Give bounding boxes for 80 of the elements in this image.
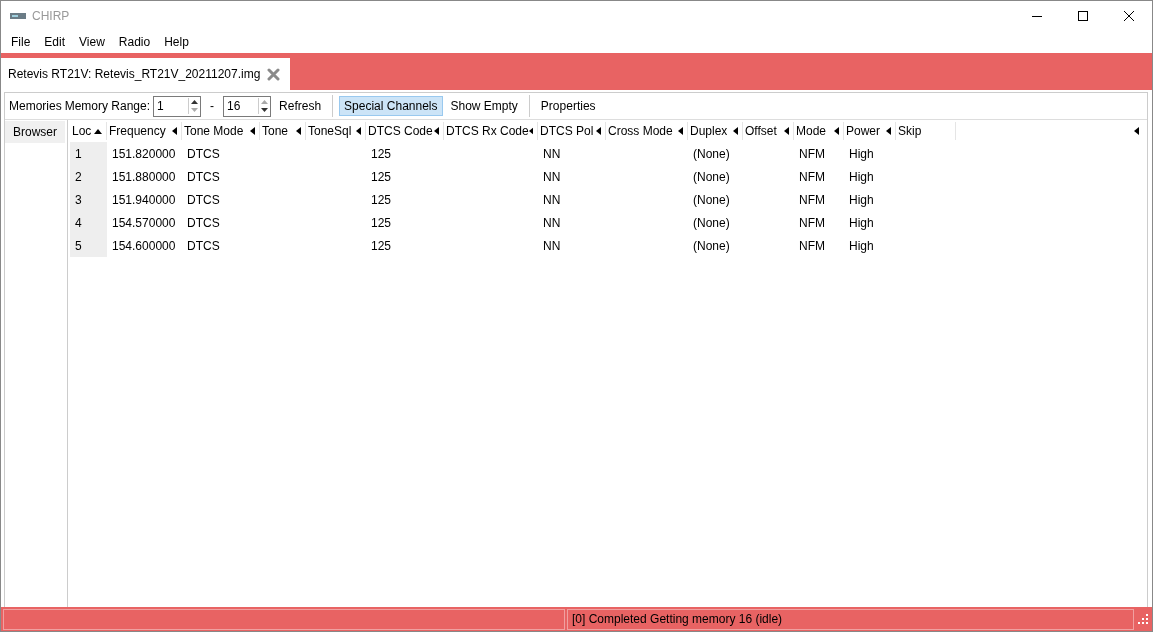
- section-label: Memories: [9, 99, 62, 113]
- range-end-spinbox[interactable]: 16: [223, 95, 272, 117]
- app-icon: [10, 12, 26, 20]
- column-header[interactable]: Loc: [70, 122, 107, 140]
- table-cell-text: NN: [542, 214, 562, 232]
- table-cell-text: NFM: [798, 237, 826, 255]
- table-cell-text: NFM: [798, 168, 826, 186]
- table-cell-text: NFM: [798, 145, 826, 163]
- menu-item[interactable]: Edit: [37, 35, 73, 49]
- column-header[interactable]: Tone: [260, 122, 306, 140]
- row-number-cell: 4: [70, 211, 107, 234]
- range-start-spinbox[interactable]: 1: [153, 95, 202, 117]
- status-message: [0] Completed Getting memory 16 (idle): [567, 608, 1134, 630]
- range-label: Memory Range:: [64, 99, 151, 113]
- column-header[interactable]: DTCS Pol: [538, 122, 606, 140]
- table-cell-text: 151.880000: [111, 168, 177, 186]
- table-cell-text: 125: [370, 168, 393, 186]
- menu-item[interactable]: Radio: [111, 35, 158, 49]
- table-cell-text: (None): [692, 145, 731, 163]
- table-cell-text: High: [848, 214, 875, 232]
- table-cell-text: DTCS: [186, 191, 221, 209]
- toggle-button[interactable]: Show Empty: [445, 96, 523, 116]
- column-header[interactable]: Offset: [743, 122, 794, 140]
- spin-up-icon[interactable]: [191, 100, 199, 104]
- side-tab[interactable]: Browser: [5, 121, 65, 143]
- close-icon[interactable]: [1124, 11, 1134, 21]
- menu-item[interactable]: View: [72, 35, 112, 49]
- table-cell-text: (None): [692, 168, 731, 186]
- properties-button[interactable]: Properties: [535, 96, 601, 116]
- column-header[interactable]: ToneSql: [306, 122, 366, 140]
- table-cell-text: NFM: [798, 214, 826, 232]
- table-cell-text: DTCS: [186, 214, 221, 232]
- row-number-cell: 1: [70, 142, 107, 165]
- table-cell-text: NN: [542, 168, 562, 186]
- column-header[interactable]: Skip: [896, 122, 956, 140]
- table-cell-text: DTCS: [186, 237, 221, 255]
- table-cell-text: NFM: [798, 191, 826, 209]
- table-cell-text: High: [848, 191, 875, 209]
- table-cell-text: High: [848, 145, 875, 163]
- table-cell-text: 125: [370, 237, 393, 255]
- column-header[interactable]: Cross Mode: [606, 122, 688, 140]
- table-cell-text: (None): [692, 237, 731, 255]
- table-cell-text: 154.600000: [111, 237, 177, 255]
- table-cell-text: 125: [370, 191, 393, 209]
- table-cell-text: (None): [692, 191, 731, 209]
- file-tab[interactable]: Retevis RT21V: Retevis_RT21V_20211207.img: [1, 58, 291, 90]
- table-cell-text: (None): [692, 214, 731, 232]
- table-cell-text: High: [848, 237, 875, 255]
- refresh-button[interactable]: Refresh: [274, 96, 327, 116]
- table-cell-text: 154.570000: [111, 214, 177, 232]
- window-title: CHIRP: [32, 9, 70, 23]
- row-number-cell: 5: [70, 234, 107, 257]
- table-cell-text: NN: [542, 145, 562, 163]
- menu-item[interactable]: Help: [157, 35, 196, 49]
- range-separator: -: [209, 99, 216, 113]
- table-cell-text: 125: [370, 145, 393, 163]
- row-number-cell: 2: [70, 165, 107, 188]
- table-cell-text: 151.940000: [111, 191, 177, 209]
- column-header[interactable]: Mode: [794, 122, 844, 140]
- spin-down-icon[interactable]: [261, 108, 269, 112]
- column-header[interactable]: DTCS Rx Code: [444, 122, 538, 140]
- resize-grip-icon[interactable]: [1138, 614, 1148, 624]
- table-cell-text: NN: [542, 191, 562, 209]
- maximize-icon[interactable]: [1078, 11, 1088, 21]
- row-number-cell: 3: [70, 188, 107, 211]
- table-cell-text: DTCS: [186, 168, 221, 186]
- menu-item[interactable]: File: [4, 35, 38, 49]
- column-header[interactable]: Power: [844, 122, 896, 140]
- table-cell-text: High: [848, 168, 875, 186]
- table-cell-text: 125: [370, 214, 393, 232]
- table-cell-text: NN: [542, 237, 562, 255]
- minimize-icon[interactable]: [1032, 15, 1042, 17]
- column-header[interactable]: Duplex: [688, 122, 743, 140]
- column-header[interactable]: DTCS Code: [366, 122, 444, 140]
- toggle-button[interactable]: Special Channels: [339, 96, 443, 116]
- column-header[interactable]: Frequency: [107, 122, 182, 140]
- table-cell-text: DTCS: [186, 145, 221, 163]
- table-cell-text: 151.820000: [111, 145, 177, 163]
- collapse-arrow-icon: [1134, 127, 1139, 135]
- column-header[interactable]: Tone Mode: [182, 122, 260, 140]
